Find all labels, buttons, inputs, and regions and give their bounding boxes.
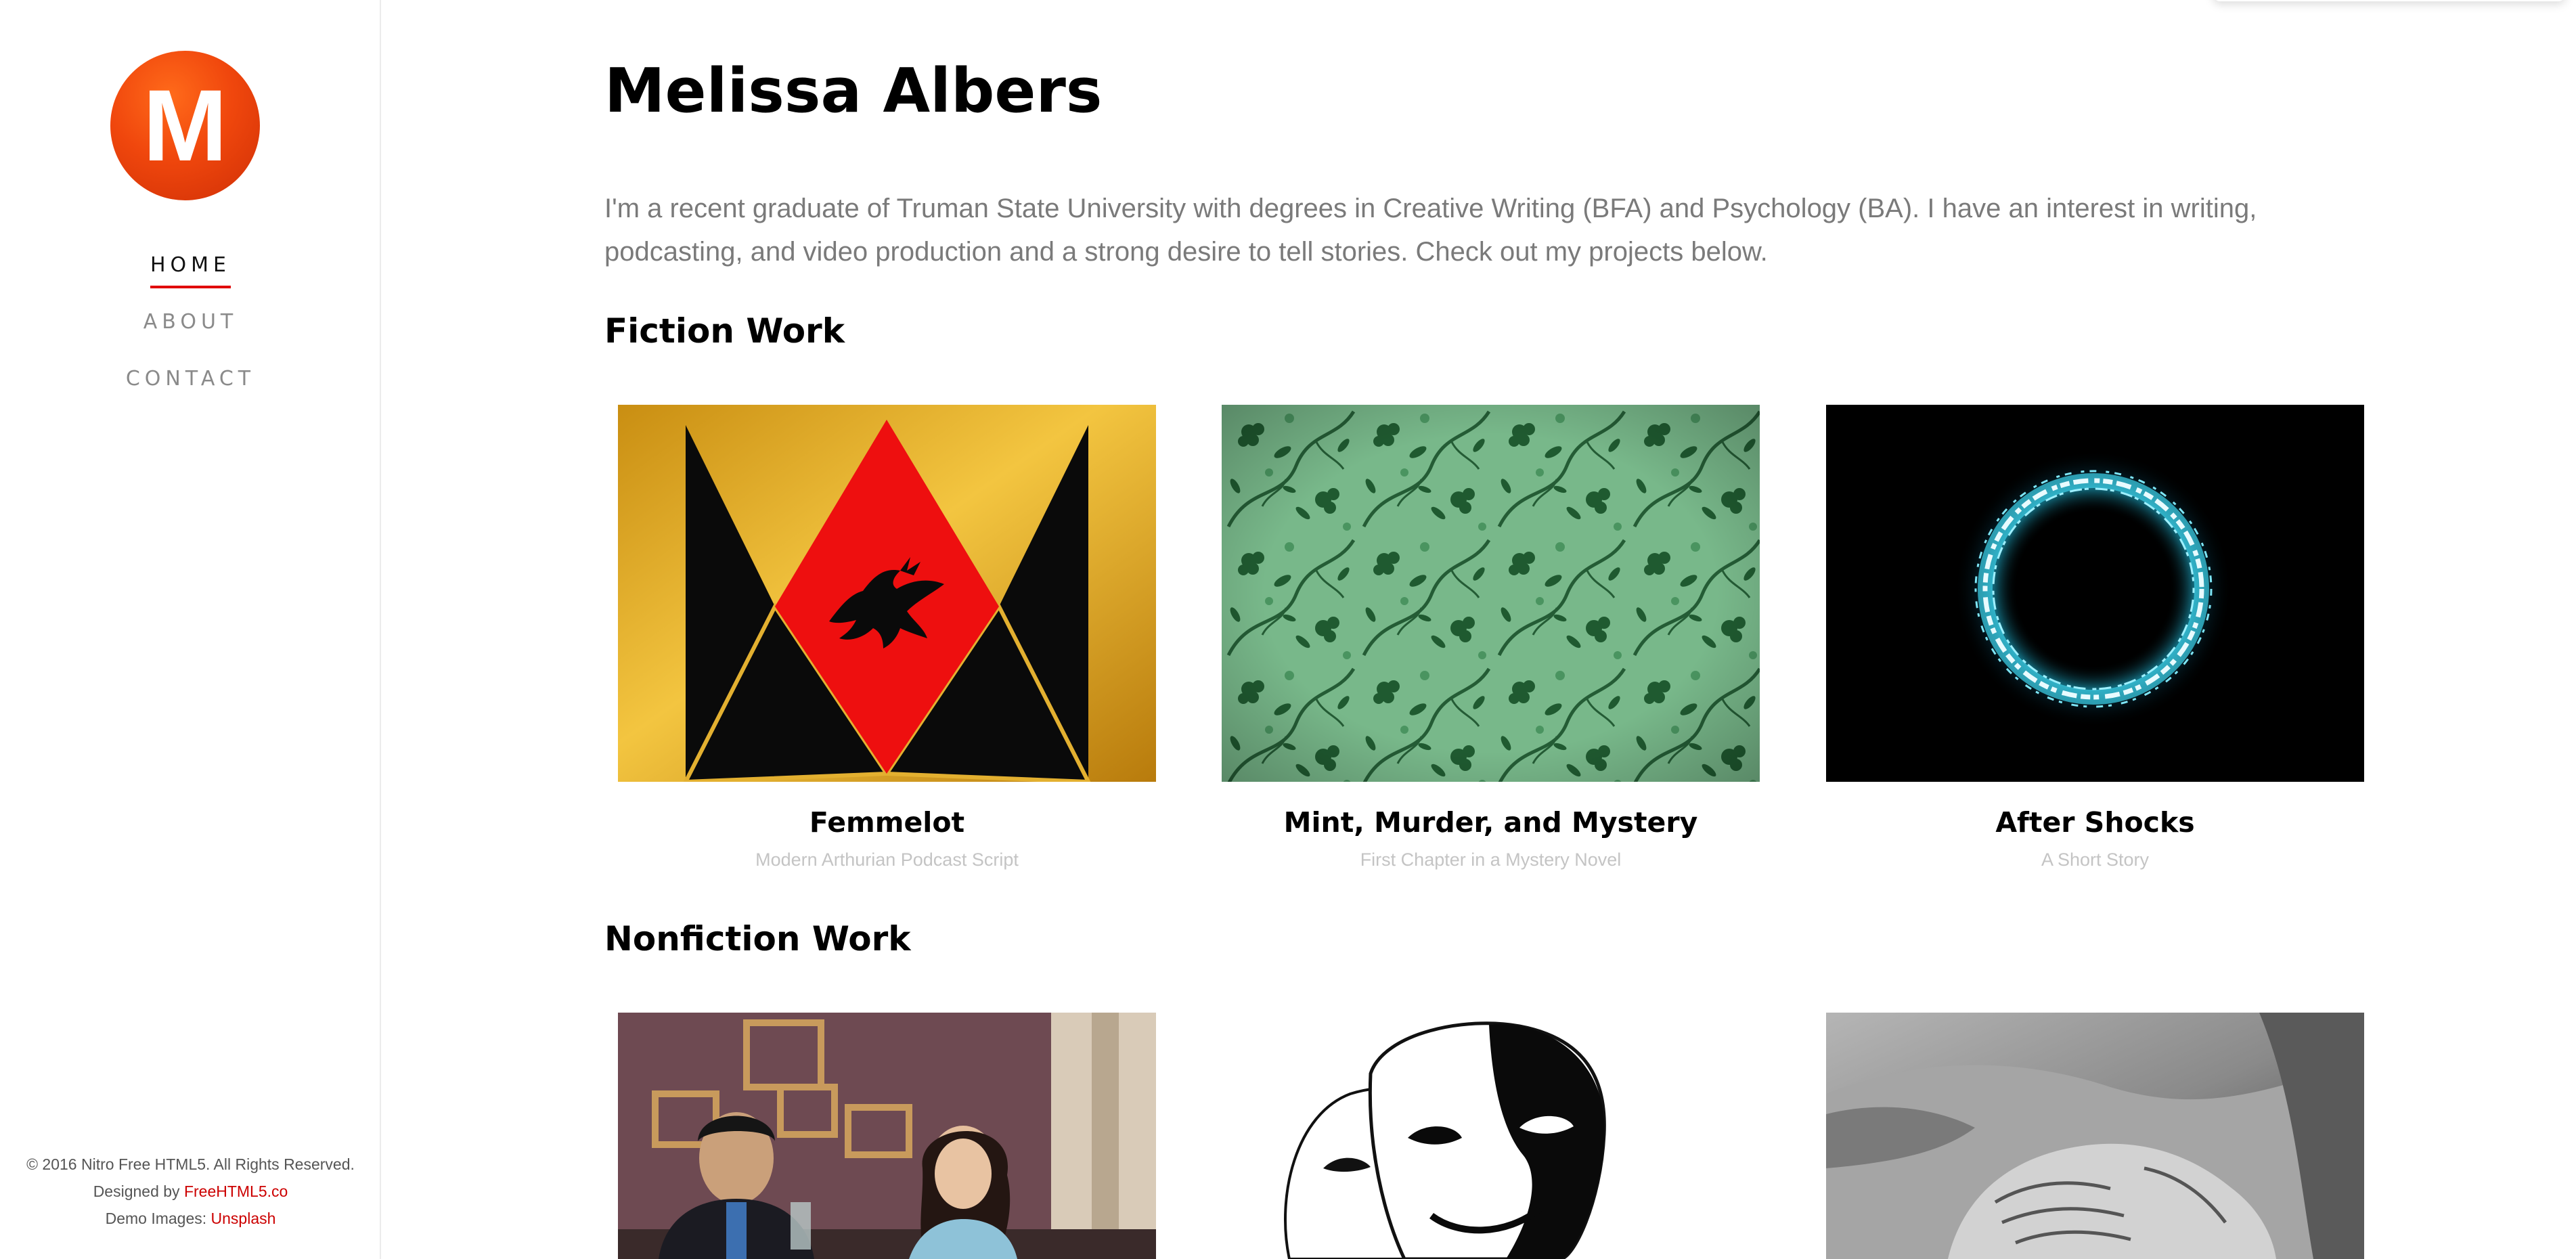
project-card-nonfiction-3[interactable] (1826, 1013, 2364, 1259)
project-card-mint[interactable]: Mint, Murder, and Mystery First Chapter … (1222, 405, 1760, 870)
logo[interactable]: M (110, 51, 260, 200)
electric-ring-image[interactable] (1826, 405, 2364, 782)
green-floral-pattern-image[interactable] (1222, 405, 1760, 782)
fiction-section-heading: Fiction Work (604, 311, 845, 351)
nav-about-link[interactable]: ABOUT (143, 307, 238, 343)
demo-images-prefix: Demo Images: (105, 1210, 211, 1227)
sidebar: M HOME ABOUT CONTACT © 2016 Nitro Free H… (0, 0, 381, 1259)
nav-contact-link[interactable]: CONTACT (126, 364, 255, 399)
project-title[interactable]: Femmelot (618, 806, 1156, 839)
project-subtitle: Modern Arthurian Podcast Script (755, 849, 1019, 870)
couple-cafe-photo[interactable] (618, 1013, 1156, 1259)
freehtml5-link[interactable]: FreeHTML5.co (184, 1183, 288, 1200)
nav-item-home[interactable]: HOME (0, 250, 381, 307)
nav-item-contact[interactable]: CONTACT (0, 364, 381, 421)
demo-images-line: Demo Images: Unsplash (0, 1205, 381, 1232)
nav-home-link[interactable]: HOME (150, 250, 231, 288)
page-title: Melissa Albers (604, 56, 1103, 127)
project-title[interactable]: Mint, Murder, and Mystery (1222, 806, 1760, 839)
project-card-after-shocks[interactable]: After Shocks A Short Story (1826, 405, 2364, 870)
project-card-nonfiction-1[interactable] (618, 1013, 1156, 1259)
nav-item-about[interactable]: ABOUT (0, 307, 381, 364)
intro-paragraph: I'm a recent graduate of Truman State Un… (604, 194, 2257, 267)
project-card-nonfiction-2[interactable] (1222, 1013, 1760, 1259)
copyright-text: © 2016 Nitro Free HTML5. All Rights Rese… (26, 1155, 355, 1173)
theatre-masks-image[interactable] (1222, 1013, 1760, 1259)
dropdown-shadow (2213, 0, 2565, 1)
project-subtitle: First Chapter in a Mystery Novel (1360, 849, 1622, 870)
project-title[interactable]: After Shocks (1826, 806, 2364, 839)
heraldic-dragon-image[interactable] (618, 405, 1156, 782)
designed-by-prefix: Designed by (93, 1183, 184, 1200)
sidebar-nav: HOME ABOUT CONTACT (0, 250, 381, 421)
project-subtitle: A Short Story (2041, 849, 2150, 870)
sidebar-footer: © 2016 Nitro Free HTML5. All Rights Rese… (0, 1151, 381, 1232)
nonfiction-section-heading: Nonfiction Work (604, 919, 911, 958)
designed-by-line: Designed by FreeHTML5.co (0, 1178, 381, 1205)
holding-hands-photo[interactable] (1826, 1013, 2364, 1259)
unsplash-link[interactable]: Unsplash (211, 1210, 276, 1227)
project-card-femmelot[interactable]: Femmelot Modern Arthurian Podcast Script (618, 405, 1156, 870)
